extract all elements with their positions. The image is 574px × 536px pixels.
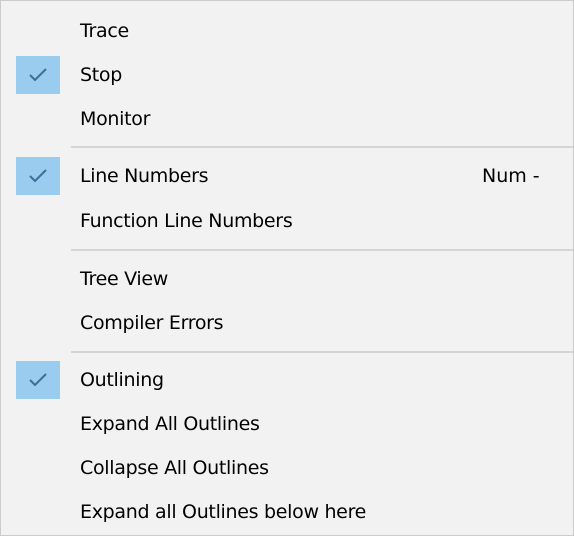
menu-item-compiler-errors[interactable]: Compiler Errors [1, 301, 573, 345]
menu-item-label: Tree View [80, 268, 169, 290]
check-indicator [16, 157, 60, 195]
menu-item-label: Outlining [80, 369, 164, 391]
menu-item-label: Monitor [80, 108, 151, 130]
check-icon [29, 169, 47, 183]
menu-item-trace[interactable]: Trace [1, 9, 573, 53]
menu-item-shortcut: Num - [482, 165, 540, 187]
menu-item-label: Expand All Outlines [80, 413, 260, 435]
menu-separator [71, 249, 573, 251]
menu-item-label: Compiler Errors [80, 312, 224, 334]
check-indicator [16, 56, 60, 94]
context-menu: Trace Stop Monitor Line Numbers Num - Fu… [0, 0, 574, 536]
menu-item-outlining[interactable]: Outlining [1, 358, 573, 402]
check-indicator [16, 361, 60, 399]
menu-item-collapse-all-outlines[interactable]: Collapse All Outlines [1, 446, 573, 490]
menu-item-label: Function Line Numbers [80, 210, 293, 232]
menu-item-tree-view[interactable]: Tree View [1, 257, 573, 301]
menu-separator [71, 351, 573, 353]
menu-item-label: Line Numbers [80, 165, 209, 187]
menu-item-expand-all-outlines[interactable]: Expand All Outlines [1, 402, 573, 446]
menu-item-label: Trace [80, 20, 129, 42]
menu-item-label: Stop [80, 64, 122, 86]
menu-item-monitor[interactable]: Monitor [1, 97, 573, 141]
menu-item-function-line-numbers[interactable]: Function Line Numbers [1, 199, 573, 243]
menu-item-line-numbers[interactable]: Line Numbers Num - [1, 154, 573, 198]
menu-item-label: Expand all Outlines below here [80, 501, 367, 523]
menu-separator [71, 146, 573, 148]
check-icon [29, 68, 47, 82]
menu-item-stop[interactable]: Stop [1, 53, 573, 97]
menu-item-expand-outlines-below[interactable]: Expand all Outlines below here [1, 490, 573, 534]
check-icon [29, 373, 47, 387]
menu-item-label: Collapse All Outlines [80, 457, 269, 479]
